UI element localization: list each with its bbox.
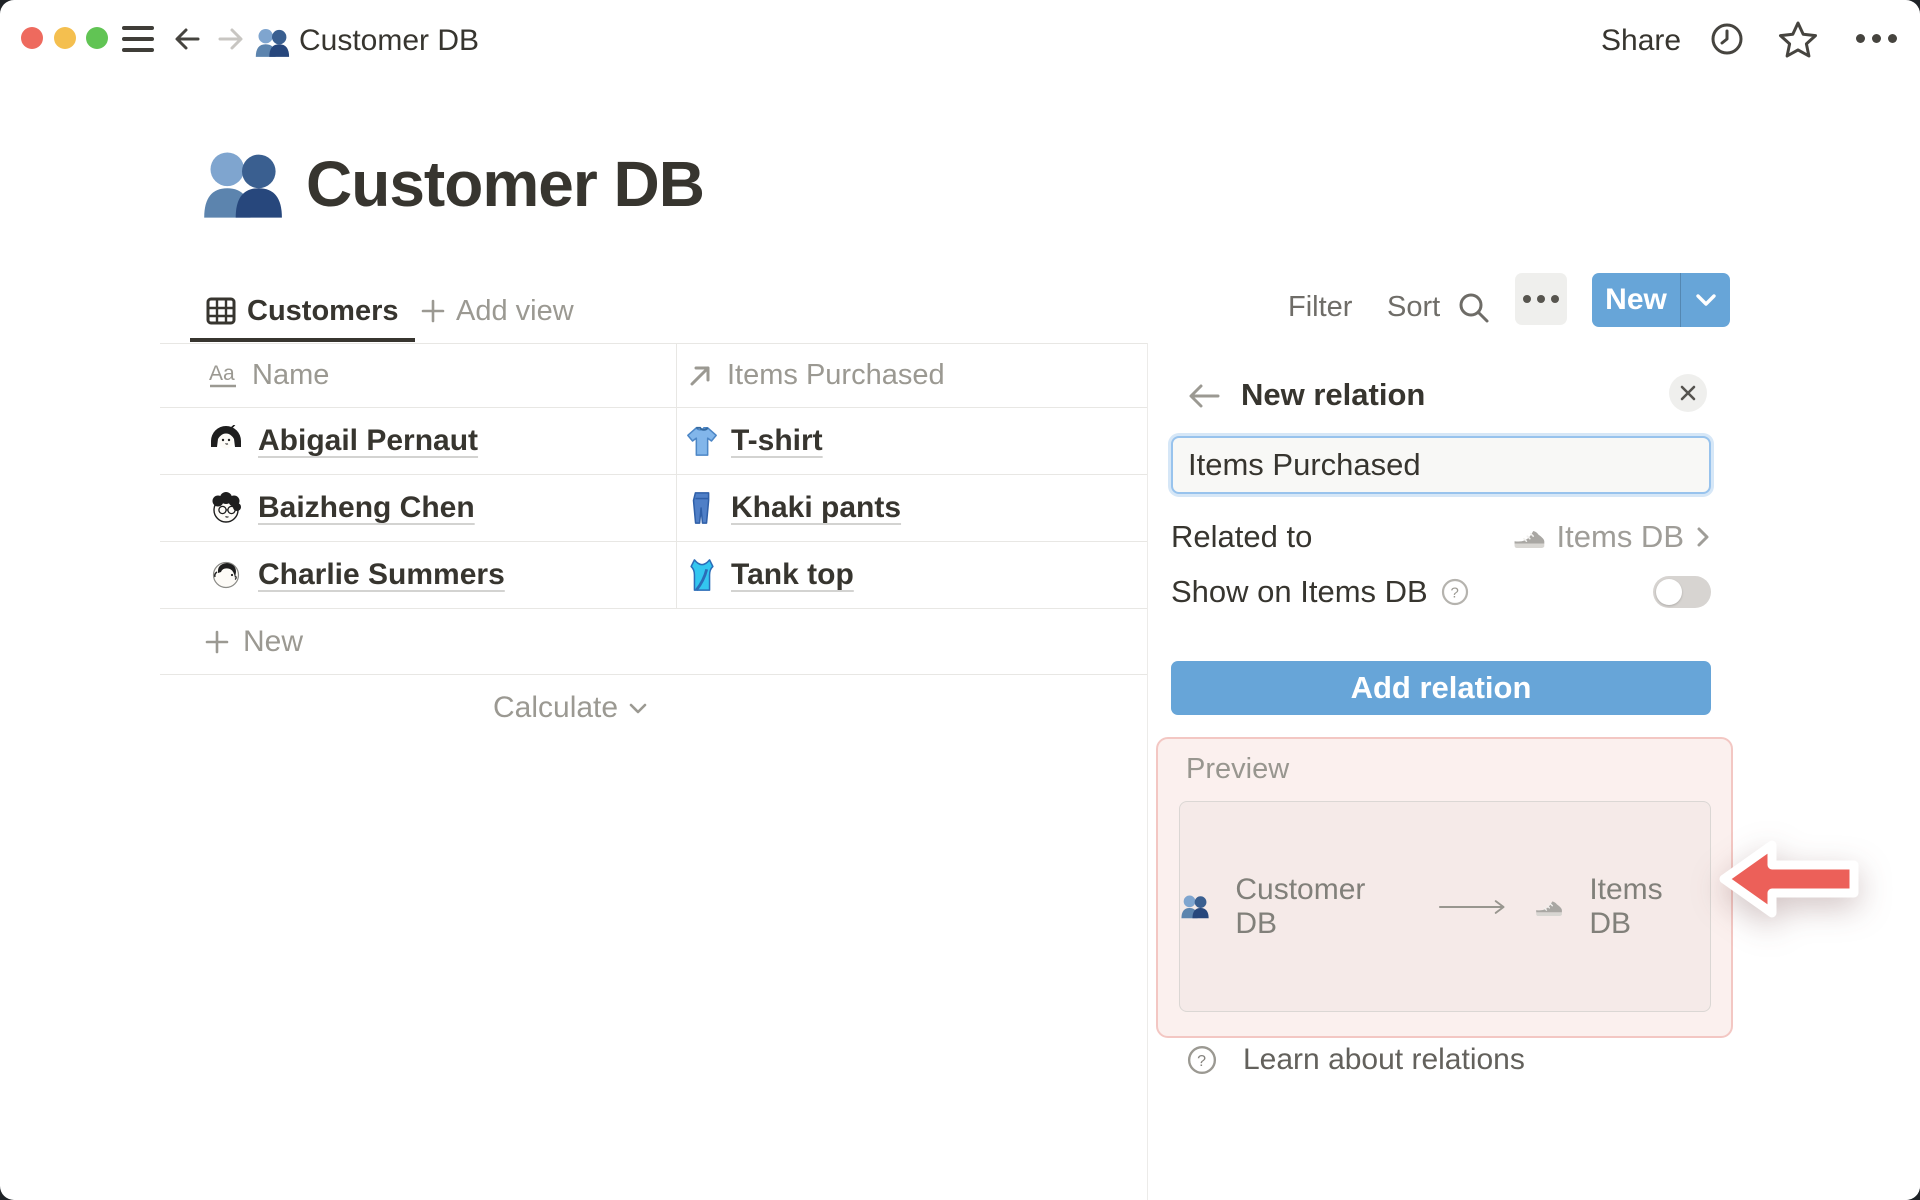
calculate-label: Calculate: [493, 691, 619, 724]
page-title[interactable]: Customer DB: [306, 147, 705, 221]
screen: Customer DB Share Customer DB Customers: [0, 0, 1920, 1200]
sidebar-menu-icon[interactable]: [122, 26, 154, 52]
people-icon: [1181, 895, 1209, 919]
breadcrumb-title[interactable]: Customer DB: [299, 23, 479, 59]
notion-window: Customer DB Share Customer DB Customers: [0, 0, 1920, 1200]
new-entry-button[interactable]: New: [1592, 273, 1730, 327]
cell-name[interactable]: Baizheng Chen: [160, 475, 677, 541]
annotation-arrow-left-icon: [1719, 840, 1859, 918]
avatar: [211, 425, 241, 456]
text-property-icon: Aa: [209, 362, 236, 387]
help-circle-icon[interactable]: ?: [1441, 578, 1469, 606]
more-options-icon[interactable]: [1856, 34, 1897, 43]
jeans-icon: [692, 492, 710, 524]
avatar: [212, 561, 240, 589]
close-window-button[interactable]: [21, 27, 43, 49]
column-label: Items Purchased: [727, 359, 945, 391]
close-panel-button[interactable]: [1669, 374, 1707, 412]
column-header-name[interactable]: Aa Name: [160, 344, 677, 407]
minimize-window-button[interactable]: [54, 27, 76, 49]
people-icon: [255, 29, 290, 57]
show-on-label: Show on Items DB: [1171, 574, 1428, 609]
cell-item[interactable]: Khaki pants: [677, 475, 1147, 541]
plus-icon: [205, 630, 229, 653]
table-row: Abigail Pernaut T-shirt: [160, 408, 1147, 475]
sneaker-icon: [1536, 901, 1562, 917]
new-relation-panel: New relation Related to Items DB: [1147, 343, 1920, 1200]
people-icon: [204, 152, 282, 218]
avatar: [212, 492, 241, 523]
tank-top-icon: [690, 559, 714, 591]
filter-button[interactable]: Filter: [1288, 291, 1352, 324]
sort-button[interactable]: Sort: [1387, 291, 1440, 324]
preview-from-label: Customer DB: [1235, 872, 1366, 940]
related-to-value: Items DB: [1556, 519, 1684, 554]
relation-name-input[interactable]: [1171, 436, 1711, 494]
new-entry-dropdown[interactable]: [1681, 273, 1730, 327]
cell-name[interactable]: Charlie Summers: [160, 542, 677, 608]
add-view-button[interactable]: Add view: [420, 284, 574, 338]
show-on-items-db-row: Show on Items DB ?: [1171, 568, 1711, 616]
related-to-row[interactable]: Related to Items DB: [1171, 513, 1711, 561]
tab-customers[interactable]: Customers: [190, 284, 415, 342]
zoom-window-button[interactable]: [86, 27, 108, 49]
relation-link[interactable]: Khaki pants: [731, 491, 901, 525]
table-view-icon: [206, 297, 236, 325]
panel-title: New relation: [1241, 377, 1426, 412]
view-options-ellipsis-icon[interactable]: [1515, 273, 1567, 325]
add-relation-button[interactable]: Add relation: [1171, 661, 1711, 715]
page-link[interactable]: Baizheng Chen: [258, 491, 475, 525]
tshirt-icon: [687, 426, 717, 456]
calculate-button[interactable]: Calculate: [493, 678, 648, 738]
page-header: Customer DB: [200, 146, 705, 222]
share-button[interactable]: Share: [1601, 23, 1681, 59]
learn-about-relations-link[interactable]: ? Learn about relations: [1187, 1043, 1525, 1077]
relation-link[interactable]: Tank top: [731, 558, 854, 592]
preview-highlight-box: Preview Customer DB Items DB: [1156, 737, 1733, 1038]
svg-text:?: ?: [1197, 1052, 1206, 1070]
svg-text:?: ?: [1450, 585, 1458, 602]
sneaker-icon: [1514, 531, 1544, 549]
add-row-button[interactable]: New: [160, 609, 1147, 675]
table-row: Baizheng Chen Khaki pants: [160, 475, 1147, 542]
search-icon[interactable]: [1456, 290, 1492, 326]
customers-table: Aa Name Items Purchased Abigail Pernaut …: [160, 343, 1147, 675]
cell-name[interactable]: Abigail Pernaut: [160, 408, 677, 474]
learn-label: Learn about relations: [1243, 1043, 1525, 1076]
show-on-toggle[interactable]: [1653, 576, 1711, 608]
preview-to-label: Items DB: [1589, 872, 1663, 940]
chevron-down-icon: [1695, 294, 1716, 306]
plus-icon: [421, 299, 445, 323]
cell-item[interactable]: T-shirt: [677, 408, 1147, 474]
relation-preview-card: Customer DB Items DB: [1179, 801, 1711, 1012]
column-header-items-purchased[interactable]: Items Purchased: [677, 344, 1147, 407]
cell-item[interactable]: Tank top: [677, 542, 1147, 608]
back-icon[interactable]: [1186, 380, 1222, 412]
svg-text:Aa: Aa: [209, 362, 235, 385]
table-row: Charlie Summers Tank top: [160, 542, 1147, 609]
relation-arrow-icon: [690, 366, 710, 385]
page-link[interactable]: Charlie Summers: [258, 558, 505, 592]
favorite-star-icon[interactable]: [1777, 19, 1819, 59]
updates-clock-icon[interactable]: [1710, 22, 1744, 56]
new-entry-label: New: [1605, 283, 1667, 316]
column-label: Name: [252, 359, 330, 391]
tab-customers-label: Customers: [247, 294, 399, 327]
table-header-row: Aa Name Items Purchased: [160, 343, 1147, 408]
chevron-down-icon: [629, 703, 647, 713]
add-row-label: New: [243, 624, 304, 658]
back-icon[interactable]: [170, 21, 206, 57]
page-link[interactable]: Abigail Pernaut: [258, 424, 478, 458]
long-right-arrow-icon: [1438, 899, 1505, 914]
close-icon: [1680, 385, 1696, 401]
add-view-label: Add view: [456, 294, 574, 327]
help-circle-icon: ?: [1187, 1045, 1217, 1075]
related-to-label: Related to: [1171, 519, 1313, 554]
relation-link[interactable]: T-shirt: [731, 424, 823, 458]
forward-icon[interactable]: [212, 21, 248, 57]
preview-label: Preview: [1186, 753, 1290, 785]
chevron-right-icon: [1697, 527, 1709, 547]
toggle-knob: [1656, 579, 1682, 605]
